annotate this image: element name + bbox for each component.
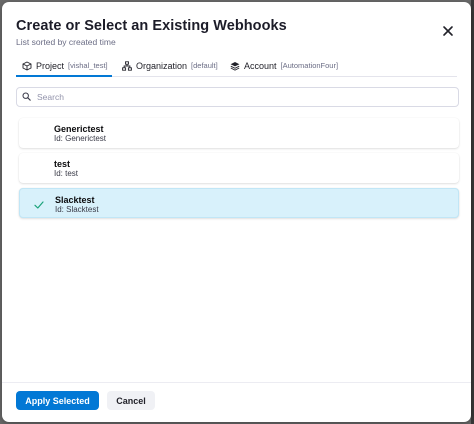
tab-account-label: Account: [244, 60, 277, 71]
webhook-id: Id: test: [54, 169, 79, 178]
tab-project-label: Project: [36, 60, 65, 71]
active-tab-indicator: [16, 75, 112, 77]
cancel-button[interactable]: Cancel: [107, 391, 155, 410]
webhook-name: Generictest: [54, 124, 104, 134]
webhook-item-generictest[interactable]: Generictest Id: Generictest: [19, 118, 459, 148]
tab-project[interactable]: Project [vishal_test]: [22, 54, 108, 77]
tab-account[interactable]: Account [AutomationFour]: [230, 54, 338, 77]
footer-divider: [2, 382, 471, 383]
search-icon: [22, 88, 31, 106]
layers-icon: [230, 61, 240, 71]
tab-organization[interactable]: Organization [default]: [122, 54, 218, 77]
dialog-title: Create or Select an Existing Webhooks: [16, 18, 287, 34]
cube-icon: [22, 60, 32, 71]
webhook-name: test: [54, 159, 71, 169]
tab-organization-label: Organization: [136, 60, 188, 71]
webhook-item-slacktest[interactable]: Slacktest Id: Slacktest: [19, 188, 459, 218]
checkmark-icon: [33, 198, 45, 210]
scope-tabs: Project [vishal_test] Organization [defa…: [16, 54, 457, 77]
webhook-item-test[interactable]: test Id: test: [19, 153, 459, 183]
close-icon[interactable]: [441, 24, 455, 38]
tab-organization-scope: [default]: [191, 61, 218, 70]
search-box: [16, 87, 459, 107]
apply-selected-button[interactable]: Apply Selected: [16, 391, 99, 410]
dialog-subtitle: List sorted by created time: [16, 37, 116, 47]
webhook-dialog: Create or Select an Existing Webhooks Li…: [2, 2, 471, 422]
webhook-id: Id: Slacktest: [55, 205, 99, 214]
tab-account-scope: [AutomationFour]: [280, 61, 339, 70]
hierarchy-icon: [122, 60, 132, 71]
webhook-name: Slacktest: [55, 195, 95, 205]
tab-project-scope: [vishal_test]: [68, 61, 108, 70]
webhook-id: Id: Generictest: [54, 134, 107, 143]
search-input[interactable]: [37, 92, 437, 102]
webhook-list: Generictest Id: Generictest test Id: tes…: [19, 118, 459, 223]
